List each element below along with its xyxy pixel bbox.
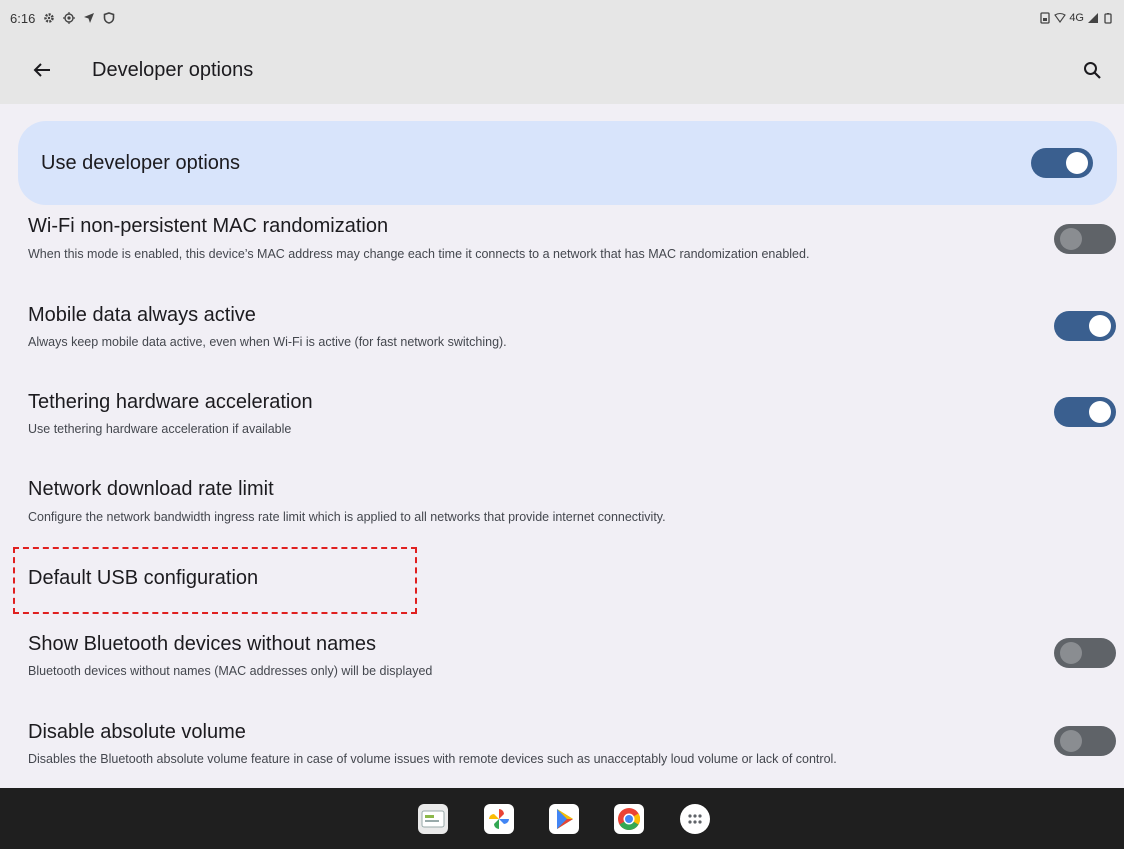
location-arrow-icon bbox=[84, 13, 95, 23]
show-bluetooth-devices-toggle[interactable] bbox=[1054, 638, 1116, 668]
photos-app-icon[interactable] bbox=[484, 804, 514, 834]
status-bar: 6:16 4G bbox=[0, 0, 1124, 36]
shield-icon bbox=[104, 12, 115, 24]
tethering-hardware-acceleration-toggle[interactable] bbox=[1054, 397, 1116, 427]
disable-absolute-volume-toggle[interactable] bbox=[1054, 726, 1116, 756]
back-arrow-icon bbox=[33, 63, 50, 77]
setting-title: Network download rate limit bbox=[28, 478, 274, 500]
use-developer-options-label: Use developer options bbox=[41, 151, 241, 174]
wifi-icon bbox=[1054, 12, 1067, 23]
setting-subtitle: Bluetooth devices without names (MAC add… bbox=[28, 664, 433, 678]
setting-show-bluetooth-devices-without-names[interactable]: Show Bluetooth devices without names Blu… bbox=[0, 617, 1124, 697]
setting-network-download-rate-limit[interactable]: Network download rate limit Configure th… bbox=[0, 463, 1124, 541]
use-developer-options-toggle[interactable] bbox=[1031, 148, 1093, 178]
mobile-data-always-active-toggle[interactable] bbox=[1054, 311, 1116, 341]
toggle-knob bbox=[1066, 152, 1088, 174]
toggle-knob bbox=[1060, 730, 1082, 752]
status-time: 6:16 bbox=[10, 10, 36, 26]
setting-disable-absolute-volume[interactable]: Disable absolute volume Disables the Blu… bbox=[0, 705, 1124, 785]
status-right: 4G bbox=[1039, 12, 1114, 24]
toggle-knob bbox=[1060, 642, 1082, 664]
setting-title: Show Bluetooth devices without names bbox=[28, 633, 376, 655]
app-bar: Developer options bbox=[0, 36, 1124, 104]
setting-subtitle: When this mode is enabled, this device’s… bbox=[28, 247, 810, 261]
back-button[interactable] bbox=[22, 50, 62, 90]
status-left: 6:16 bbox=[10, 11, 115, 26]
toggle-knob bbox=[1060, 228, 1082, 250]
setting-title: Disable absolute volume bbox=[28, 721, 246, 743]
toggle-knob bbox=[1089, 315, 1111, 337]
setting-title: Mobile data always active bbox=[28, 304, 256, 326]
network-type: 4G bbox=[1069, 12, 1084, 24]
dock-bar bbox=[0, 788, 1124, 849]
highlight-box bbox=[13, 547, 417, 614]
setting-wifi-mac-randomization[interactable]: Wi-Fi non-persistent MAC randomization W… bbox=[0, 205, 1124, 283]
setting-mobile-data-always-active[interactable]: Mobile data always active Always keep mo… bbox=[0, 290, 1124, 370]
setting-subtitle: Configure the network bandwidth ingress … bbox=[28, 510, 666, 524]
settings-icon bbox=[44, 13, 55, 23]
setting-tethering-hardware-acceleration[interactable]: Tethering hardware acceleration Use teth… bbox=[0, 375, 1124, 455]
setting-title: Tethering hardware acceleration bbox=[28, 391, 313, 413]
setting-subtitle: Always keep mobile data active, even whe… bbox=[28, 335, 507, 349]
sim-icon bbox=[1040, 12, 1050, 24]
settings-list: Wi-Fi non-persistent MAC randomization W… bbox=[0, 205, 1124, 788]
play-store-app-icon[interactable] bbox=[549, 804, 579, 834]
toggle-knob bbox=[1089, 401, 1111, 423]
setting-title: Wi-Fi non-persistent MAC randomization bbox=[28, 215, 389, 237]
signal-icon bbox=[1088, 13, 1098, 23]
files-app-icon[interactable] bbox=[418, 804, 448, 834]
search-button[interactable] bbox=[1072, 50, 1112, 90]
setting-subtitle: Disables the Bluetooth absolute volume f… bbox=[28, 752, 837, 766]
app-drawer-icon[interactable] bbox=[680, 804, 710, 834]
chrome-app-icon[interactable] bbox=[614, 804, 644, 834]
use-developer-options-card[interactable]: Use developer options bbox=[18, 121, 1117, 205]
setting-subtitle: Use tethering hardware acceleration if a… bbox=[28, 422, 292, 436]
gps-icon bbox=[63, 12, 76, 24]
wifi-mac-randomization-toggle[interactable] bbox=[1054, 224, 1116, 254]
search-icon bbox=[1084, 62, 1101, 79]
battery-icon bbox=[1104, 13, 1112, 24]
page-title: Developer options bbox=[92, 58, 254, 81]
